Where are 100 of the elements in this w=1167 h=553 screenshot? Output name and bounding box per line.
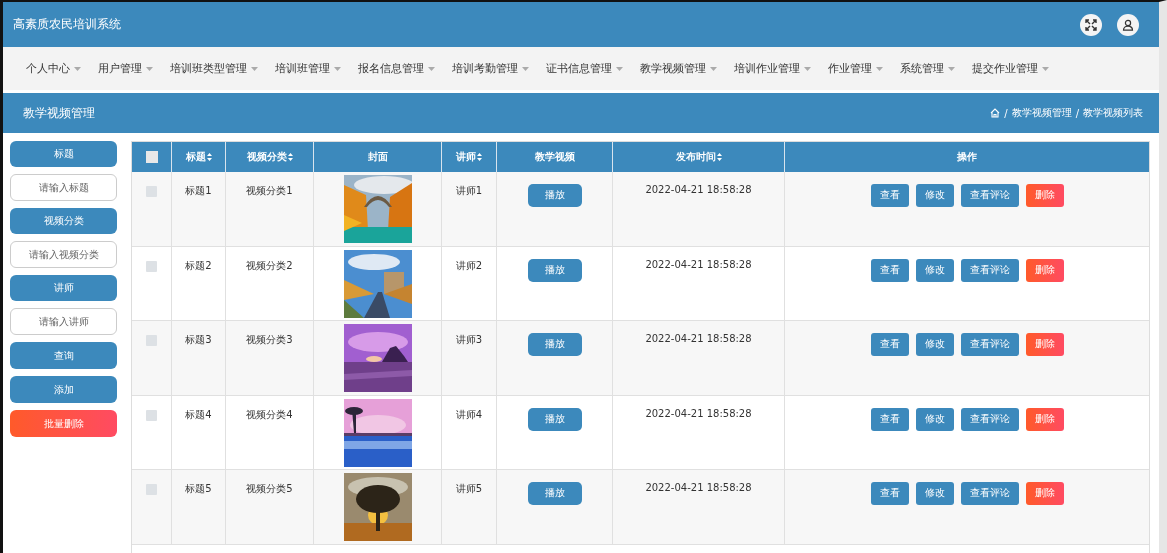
batch-delete-button[interactable]: 批量删除 bbox=[10, 410, 117, 437]
action-button[interactable]: 查看评论 bbox=[960, 407, 1019, 431]
filter-input-field[interactable]: 请输入标题 bbox=[10, 174, 117, 201]
caret-icon[interactable] bbox=[333, 66, 341, 71]
row-checkbox[interactable] bbox=[146, 186, 157, 197]
table-row[interactable]: 标题2 视频分类2 讲师2 播放 2022-04-21 18:58:28 查看 修改 查看评论 删除 bbox=[132, 246, 1149, 321]
caret-icon[interactable] bbox=[615, 66, 623, 71]
action-button[interactable]: 查看 bbox=[870, 407, 909, 431]
column-header: 操作 bbox=[957, 150, 977, 164]
sort-icon[interactable] bbox=[477, 153, 482, 161]
sort-icon[interactable] bbox=[206, 153, 212, 161]
row-checkbox[interactable] bbox=[146, 409, 157, 421]
action-button[interactable]: 添加 bbox=[10, 376, 117, 403]
table-row[interactable]: 标题4 视频分类4 讲师4 播放 2022-04-21 18:58:28 查看 修改 查看评论 删除 bbox=[132, 395, 1149, 470]
filter-input-field[interactable]: 请输入讲师 bbox=[10, 308, 117, 335]
column-header[interactable]: 视频分类 bbox=[246, 150, 287, 164]
category-cell: 视频分类1 bbox=[246, 184, 293, 198]
play-button[interactable]: 播放 bbox=[527, 482, 582, 505]
fullscreen-icon[interactable] bbox=[1080, 13, 1102, 36]
category-cell: 视频分类2 bbox=[246, 258, 293, 273]
action-button[interactable]: 修改 bbox=[915, 184, 954, 207]
home-icon[interactable] bbox=[990, 108, 1001, 118]
sort-icon[interactable] bbox=[716, 153, 722, 161]
nav-menu-item[interactable]: 培训班管理 bbox=[266, 61, 349, 76]
caret-icon[interactable] bbox=[803, 66, 811, 71]
caret-icon[interactable] bbox=[1041, 66, 1049, 71]
caret-icon[interactable] bbox=[875, 66, 883, 71]
caret-icon[interactable] bbox=[145, 66, 153, 71]
action-button[interactable]: 查看评论 bbox=[960, 184, 1019, 207]
caret-icon[interactable] bbox=[709, 66, 717, 71]
play-button[interactable]: 播放 bbox=[527, 258, 582, 282]
teacher-cell: 讲师5 bbox=[455, 482, 483, 496]
title-cell: 标题1 bbox=[185, 184, 212, 198]
nav-menu-item[interactable]: 证书信息管理 bbox=[537, 61, 631, 76]
page-title: 教学视频管理 bbox=[23, 104, 95, 122]
caret-icon[interactable] bbox=[250, 66, 258, 71]
delete-button[interactable]: 删除 bbox=[1025, 258, 1064, 282]
nav-menu-item[interactable]: 教学视频管理 bbox=[631, 61, 725, 76]
breadcrumb-separator: / bbox=[1075, 107, 1079, 119]
play-button[interactable]: 播放 bbox=[527, 333, 582, 356]
delete-button[interactable]: 删除 bbox=[1025, 184, 1064, 207]
select-all-checkbox[interactable] bbox=[145, 151, 158, 163]
table-row[interactable]: 标题1 视频分类1 讲师1 播放 2022-04-21 18:58:28 查看 修改 查看评论 删除 bbox=[132, 172, 1149, 247]
delete-button[interactable]: 删除 bbox=[1025, 482, 1064, 505]
column-header[interactable]: 讲师 bbox=[456, 150, 476, 164]
play-button[interactable]: 播放 bbox=[527, 184, 582, 207]
action-button[interactable]: 查看 bbox=[870, 258, 909, 282]
app-title: 高素质农民培训系统 bbox=[13, 16, 121, 33]
action-button[interactable]: 查看 bbox=[870, 333, 909, 356]
row-checkbox[interactable] bbox=[146, 260, 157, 272]
action-button[interactable]: 查看评论 bbox=[960, 333, 1019, 356]
breadcrumb-link[interactable]: 教学视频列表 bbox=[1083, 106, 1143, 120]
sort-icon[interactable] bbox=[287, 153, 293, 161]
action-button[interactable]: 查看 bbox=[870, 482, 909, 505]
action-button[interactable]: 修改 bbox=[915, 258, 954, 282]
filter-input-field[interactable]: 请输入视频分类 bbox=[10, 241, 117, 268]
nav-menu-item[interactable]: 培训班类型管理 bbox=[161, 61, 266, 76]
filter-label: 讲师 bbox=[10, 275, 117, 301]
title-cell: 标题3 bbox=[185, 333, 212, 347]
nav-menu-item[interactable]: 报名信息管理 bbox=[349, 61, 443, 76]
play-button[interactable]: 播放 bbox=[527, 407, 582, 431]
caret-icon[interactable] bbox=[521, 66, 529, 71]
action-button[interactable]: 查看评论 bbox=[960, 258, 1019, 282]
nav-menu-item[interactable]: 作业管理 bbox=[819, 61, 891, 76]
nav-menu-item[interactable]: 培训作业管理 bbox=[725, 61, 819, 76]
user-icon[interactable] bbox=[1117, 13, 1139, 36]
caret-icon[interactable] bbox=[73, 66, 81, 71]
action-button[interactable]: 查询 bbox=[10, 342, 117, 369]
caret-icon[interactable] bbox=[427, 66, 435, 71]
column-header: 教学视频 bbox=[534, 150, 575, 164]
row-checkbox[interactable] bbox=[146, 335, 157, 346]
teacher-cell: 讲师4 bbox=[455, 407, 483, 422]
teacher-cell: 讲师1 bbox=[455, 184, 483, 198]
table-row[interactable]: 标题3 视频分类3 讲师3 播放 2022-04-21 18:58:28 查看 修改 查看评论 删除 bbox=[132, 321, 1149, 396]
caret-icon[interactable] bbox=[947, 66, 955, 71]
time-cell: 2022-04-21 18:58:28 bbox=[645, 407, 752, 419]
title-cell: 标题4 bbox=[185, 407, 212, 422]
row-checkbox[interactable] bbox=[146, 484, 157, 495]
time-cell: 2022-04-21 18:58:28 bbox=[645, 184, 752, 195]
delete-button[interactable]: 删除 bbox=[1025, 333, 1064, 356]
table-row[interactable]: 标题5 视频分类5 讲师5 播放 2022-04-21 18:58:28 查看 修改 查看评论 删除 bbox=[132, 470, 1149, 545]
nav-menu-item[interactable]: 提交作业管理 bbox=[963, 61, 1057, 76]
column-header[interactable]: 标题 bbox=[185, 150, 206, 164]
action-button[interactable]: 修改 bbox=[915, 482, 954, 505]
action-button[interactable]: 查看 bbox=[870, 184, 909, 207]
column-header[interactable]: 发布时间 bbox=[675, 150, 716, 164]
nav-menu-item[interactable]: 系统管理 bbox=[891, 61, 963, 76]
breadcrumb-link[interactable]: 教学视频管理 bbox=[1011, 106, 1072, 120]
filter-label: 视频分类 bbox=[10, 208, 117, 234]
action-button[interactable]: 查看评论 bbox=[960, 482, 1019, 505]
time-cell: 2022-04-21 18:58:28 bbox=[645, 333, 752, 344]
column-header: 封面 bbox=[367, 150, 388, 164]
action-button[interactable]: 修改 bbox=[915, 333, 954, 356]
action-button[interactable]: 修改 bbox=[915, 407, 954, 431]
teacher-cell: 讲师2 bbox=[455, 258, 483, 273]
title-cell: 标题5 bbox=[185, 482, 212, 496]
nav-menu-item[interactable]: 用户管理 bbox=[89, 61, 161, 76]
nav-menu-item[interactable]: 培训考勤管理 bbox=[443, 61, 537, 76]
delete-button[interactable]: 删除 bbox=[1025, 407, 1064, 431]
nav-menu-item[interactable]: 个人中心 bbox=[17, 61, 89, 76]
